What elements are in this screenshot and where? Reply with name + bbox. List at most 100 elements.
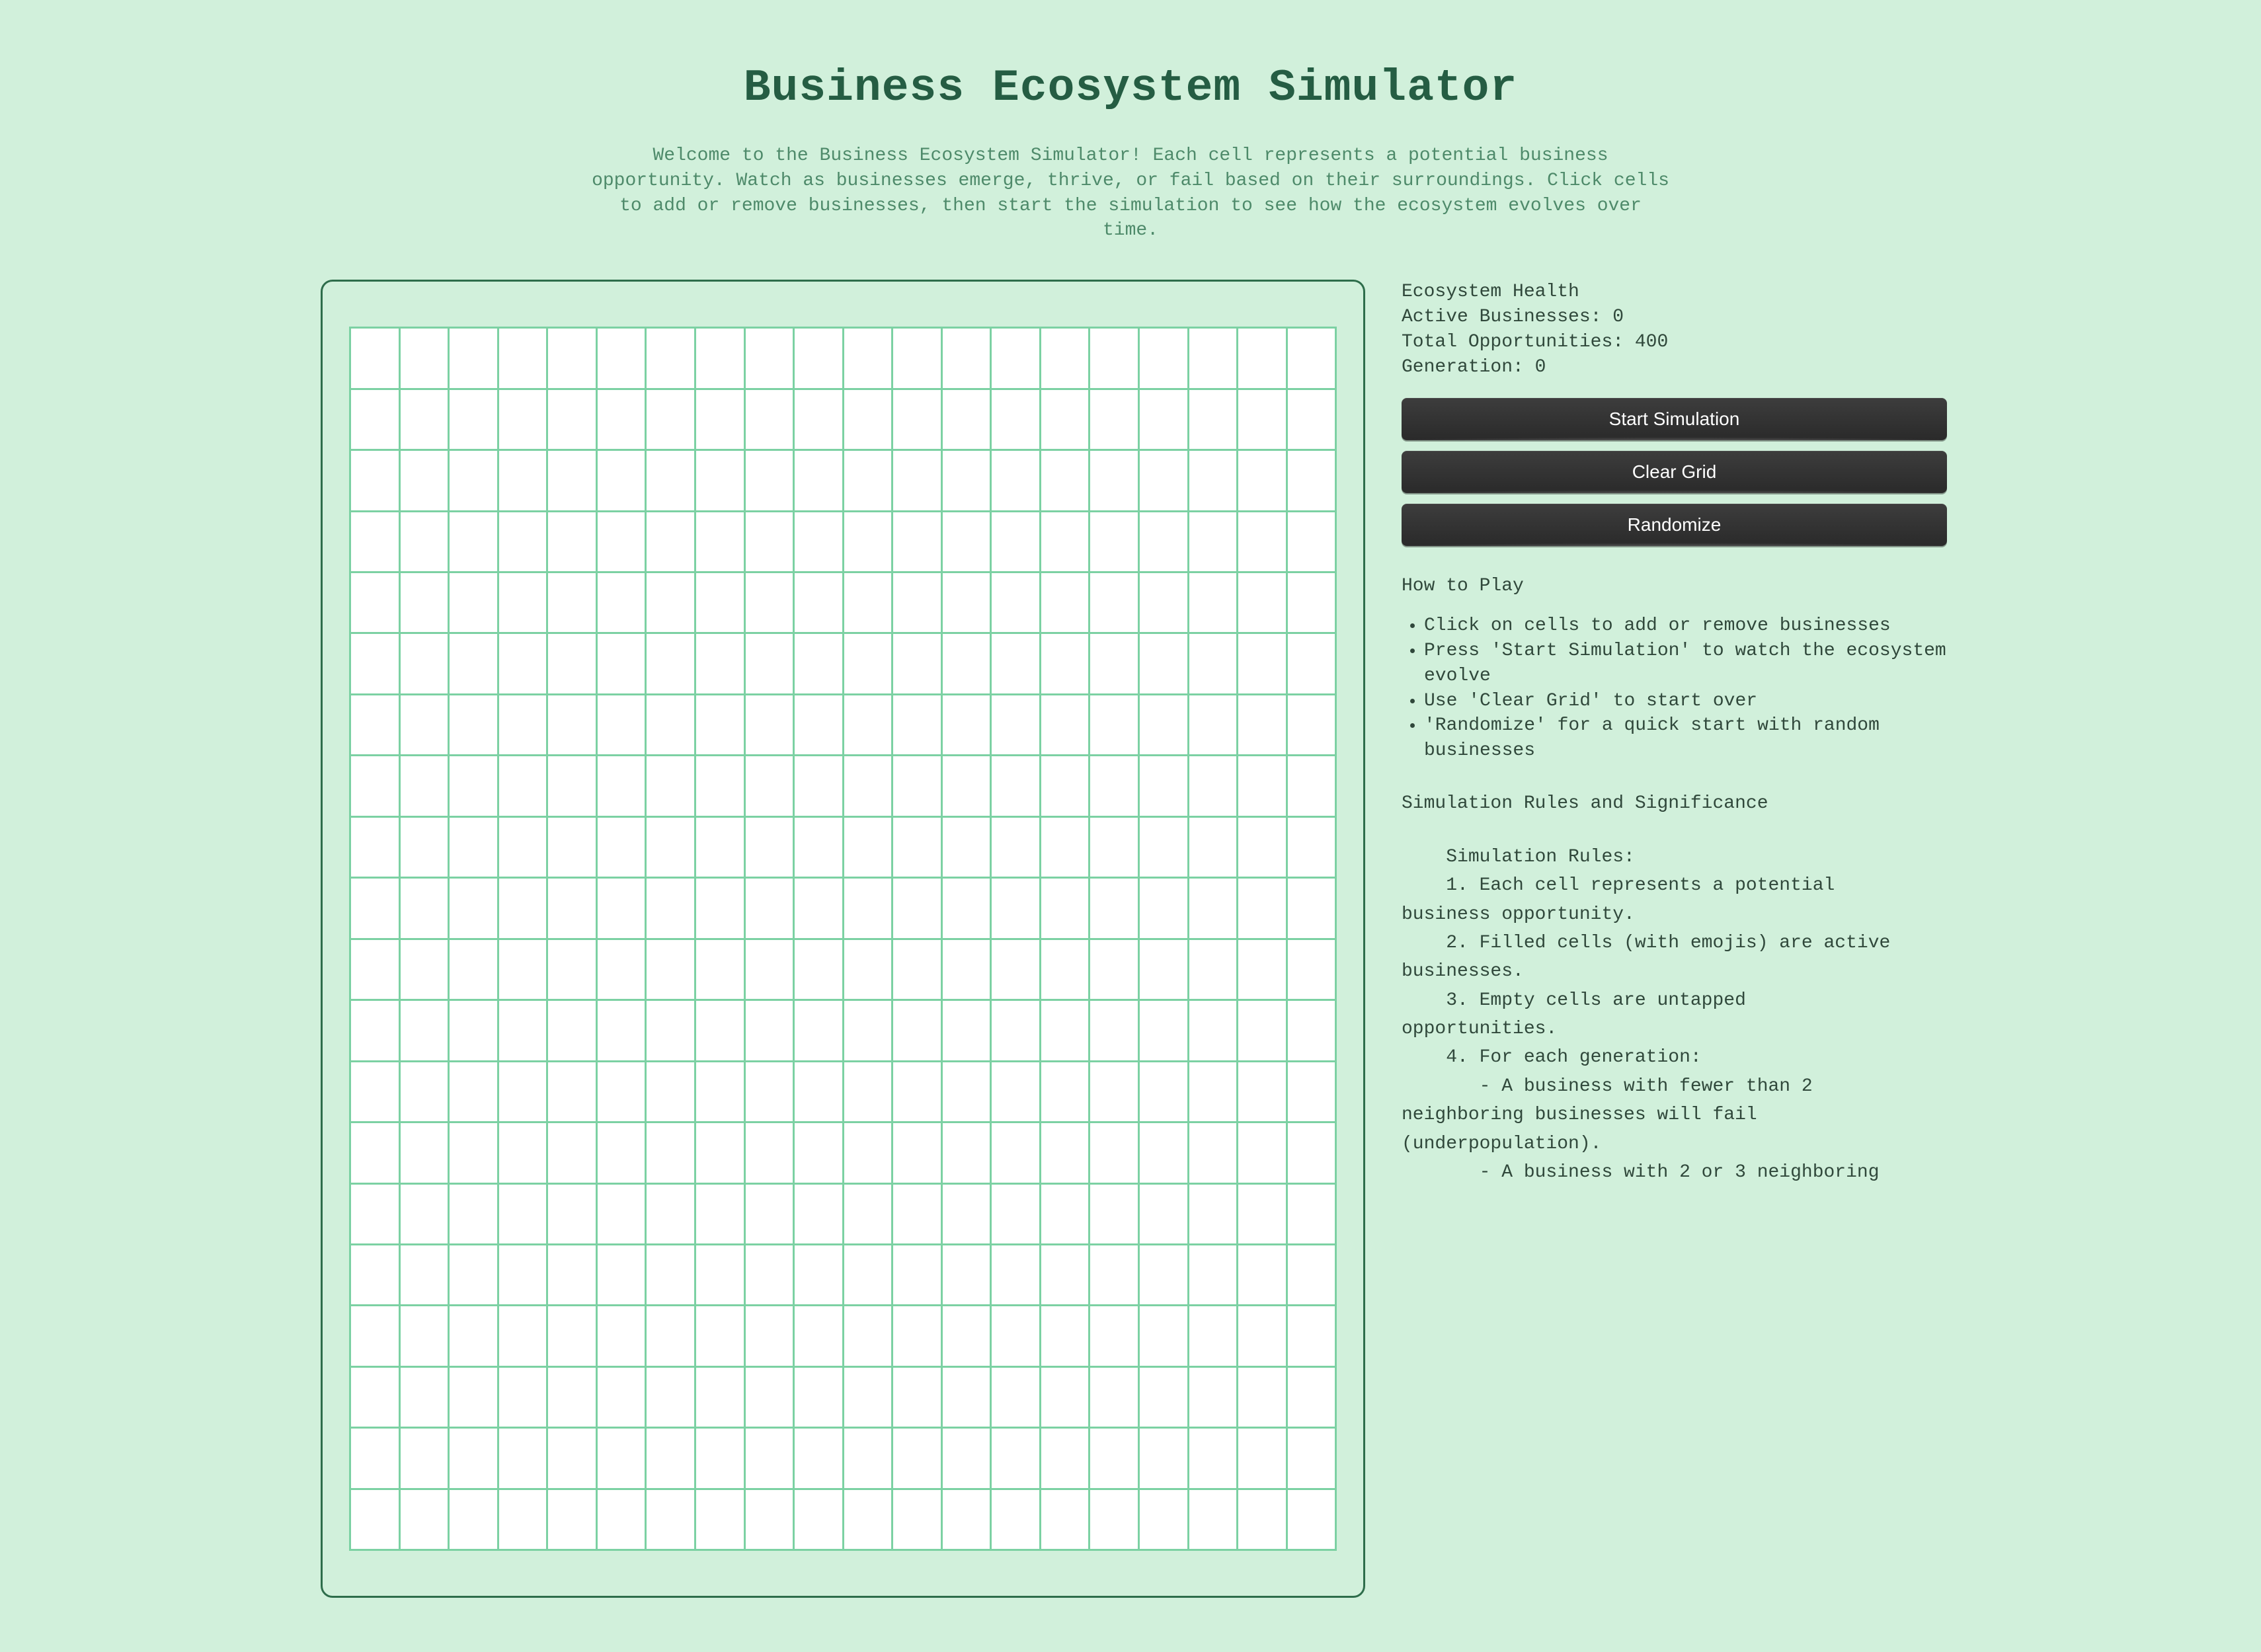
grid-cell[interactable]: [1041, 879, 1089, 937]
grid-cell[interactable]: [1140, 1245, 1187, 1304]
grid-cell[interactable]: [401, 573, 448, 632]
start-simulation-button[interactable]: Start Simulation: [1402, 398, 1947, 440]
grid-cell[interactable]: [992, 818, 1039, 877]
grid-cell[interactable]: [598, 1062, 645, 1121]
grid-cell[interactable]: [943, 512, 990, 571]
grid-cell[interactable]: [548, 818, 596, 877]
grid-cell[interactable]: [943, 818, 990, 877]
grid-cell[interactable]: [1189, 390, 1237, 449]
grid-cell[interactable]: [1140, 634, 1187, 693]
grid-cell[interactable]: [795, 1306, 842, 1365]
grid-cell[interactable]: [598, 512, 645, 571]
grid-cell[interactable]: [548, 695, 596, 754]
grid-cell[interactable]: [1238, 451, 1286, 510]
grid-cell[interactable]: [1041, 573, 1089, 632]
grid-cell[interactable]: [1090, 818, 1138, 877]
grid-cell[interactable]: [351, 1245, 399, 1304]
grid-cell[interactable]: [499, 451, 547, 510]
grid-cell[interactable]: [1041, 1123, 1089, 1182]
grid-cell[interactable]: [401, 329, 448, 387]
grid-cell[interactable]: [598, 1123, 645, 1182]
grid-cell[interactable]: [795, 1429, 842, 1487]
grid-cell[interactable]: [1288, 756, 1335, 815]
grid-cell[interactable]: [795, 756, 842, 815]
grid-cell[interactable]: [696, 940, 744, 999]
grid-cell[interactable]: [1041, 1306, 1089, 1365]
grid-cell[interactable]: [795, 1185, 842, 1243]
grid-cell[interactable]: [893, 512, 941, 571]
grid-cell[interactable]: [844, 573, 892, 632]
grid-cell[interactable]: [450, 1490, 497, 1549]
grid-cell[interactable]: [548, 1062, 596, 1121]
grid-cell[interactable]: [548, 329, 596, 387]
grid-cell[interactable]: [844, 1062, 892, 1121]
grid-cell[interactable]: [647, 1062, 694, 1121]
grid-cell[interactable]: [351, 634, 399, 693]
grid-cell[interactable]: [351, 756, 399, 815]
grid-cell[interactable]: [499, 634, 547, 693]
grid-cell[interactable]: [499, 756, 547, 815]
grid-cell[interactable]: [1041, 695, 1089, 754]
grid-cell[interactable]: [992, 451, 1039, 510]
grid-cell[interactable]: [351, 1185, 399, 1243]
grid-cell[interactable]: [401, 695, 448, 754]
grid-cell[interactable]: [696, 818, 744, 877]
grid-cell[interactable]: [943, 1490, 990, 1549]
grid-cell[interactable]: [943, 1429, 990, 1487]
grid-cell[interactable]: [795, 512, 842, 571]
grid-cell[interactable]: [1090, 940, 1138, 999]
grid-cell[interactable]: [1288, 879, 1335, 937]
grid-cell[interactable]: [992, 1185, 1039, 1243]
grid-cell[interactable]: [1140, 1490, 1187, 1549]
grid-cell[interactable]: [893, 940, 941, 999]
grid-cell[interactable]: [1189, 1001, 1237, 1060]
grid-cell[interactable]: [844, 512, 892, 571]
grid-cell[interactable]: [450, 1429, 497, 1487]
grid-cell[interactable]: [1238, 634, 1286, 693]
grid-cell[interactable]: [1090, 1306, 1138, 1365]
grid-cell[interactable]: [351, 573, 399, 632]
grid-cell[interactable]: [844, 756, 892, 815]
grid-cell[interactable]: [943, 695, 990, 754]
grid-cell[interactable]: [1140, 1185, 1187, 1243]
grid-cell[interactable]: [746, 1062, 793, 1121]
grid-cell[interactable]: [598, 1001, 645, 1060]
grid-cell[interactable]: [943, 879, 990, 937]
grid-cell[interactable]: [647, 1001, 694, 1060]
grid-cell[interactable]: [992, 1490, 1039, 1549]
grid-cell[interactable]: [1090, 573, 1138, 632]
grid-cell[interactable]: [893, 1001, 941, 1060]
grid-cell[interactable]: [844, 1001, 892, 1060]
clear-grid-button[interactable]: Clear Grid: [1402, 451, 1947, 493]
grid-cell[interactable]: [499, 573, 547, 632]
grid-cell[interactable]: [992, 879, 1039, 937]
grid-cell[interactable]: [696, 1185, 744, 1243]
grid-cell[interactable]: [1288, 940, 1335, 999]
grid-cell[interactable]: [795, 329, 842, 387]
grid-cell[interactable]: [1041, 1245, 1089, 1304]
grid-cell[interactable]: [1189, 1306, 1237, 1365]
grid-cell[interactable]: [696, 695, 744, 754]
grid-cell[interactable]: [746, 390, 793, 449]
grid-cell[interactable]: [548, 879, 596, 937]
grid-cell[interactable]: [401, 451, 448, 510]
grid-cell[interactable]: [401, 879, 448, 937]
grid-cell[interactable]: [351, 695, 399, 754]
grid-cell[interactable]: [1090, 756, 1138, 815]
grid-cell[interactable]: [1140, 329, 1187, 387]
grid-cell[interactable]: [1189, 818, 1237, 877]
grid-cell[interactable]: [598, 1368, 645, 1427]
grid-cell[interactable]: [1238, 879, 1286, 937]
grid-cell[interactable]: [844, 818, 892, 877]
grid-cell[interactable]: [992, 1429, 1039, 1487]
grid-cell[interactable]: [548, 1185, 596, 1243]
grid-cell[interactable]: [598, 451, 645, 510]
grid-cell[interactable]: [1288, 512, 1335, 571]
grid-cell[interactable]: [401, 1062, 448, 1121]
grid-cell[interactable]: [548, 451, 596, 510]
grid-cell[interactable]: [1041, 512, 1089, 571]
grid-cell[interactable]: [499, 695, 547, 754]
grid-cell[interactable]: [1090, 1185, 1138, 1243]
grid-cell[interactable]: [1041, 1062, 1089, 1121]
ecosystem-grid[interactable]: [349, 327, 1337, 1551]
